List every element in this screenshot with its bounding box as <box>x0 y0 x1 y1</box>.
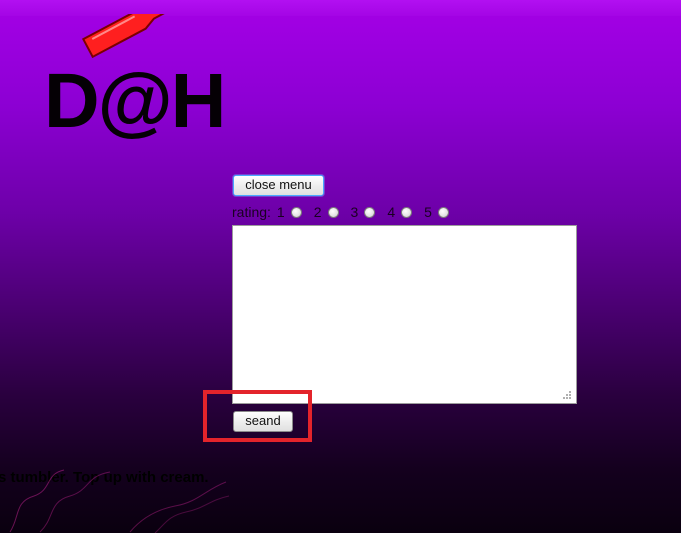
rating-option-4-radio[interactable] <box>401 206 413 218</box>
rating-label: rating: <box>232 204 271 220</box>
comment-textarea[interactable] <box>232 225 577 404</box>
background-recipe-text: s tumbler. Top up with cream. <box>0 469 209 486</box>
rating-option-5-label: 5 <box>424 204 432 220</box>
rating-option-1-radio[interactable] <box>290 206 302 218</box>
site-logo: D@H <box>44 14 236 144</box>
rating-option-5-radio[interactable] <box>437 206 449 218</box>
rating-option-3-radio[interactable] <box>364 206 376 218</box>
rating-group: rating: 1 2 3 4 5 <box>232 202 461 222</box>
rating-option-4-label: 4 <box>387 204 396 220</box>
logo-text: D@H <box>44 58 226 144</box>
rating-option-3-label: 3 <box>350 204 359 220</box>
resize-grip-icon[interactable] <box>562 390 572 400</box>
send-button[interactable]: seand <box>233 411 293 432</box>
rating-option-2-radio[interactable] <box>327 206 339 218</box>
rating-option-2-label: 2 <box>313 204 322 220</box>
rating-option-1-label: 1 <box>276 204 285 220</box>
close-menu-button[interactable]: close menu <box>233 175 324 196</box>
